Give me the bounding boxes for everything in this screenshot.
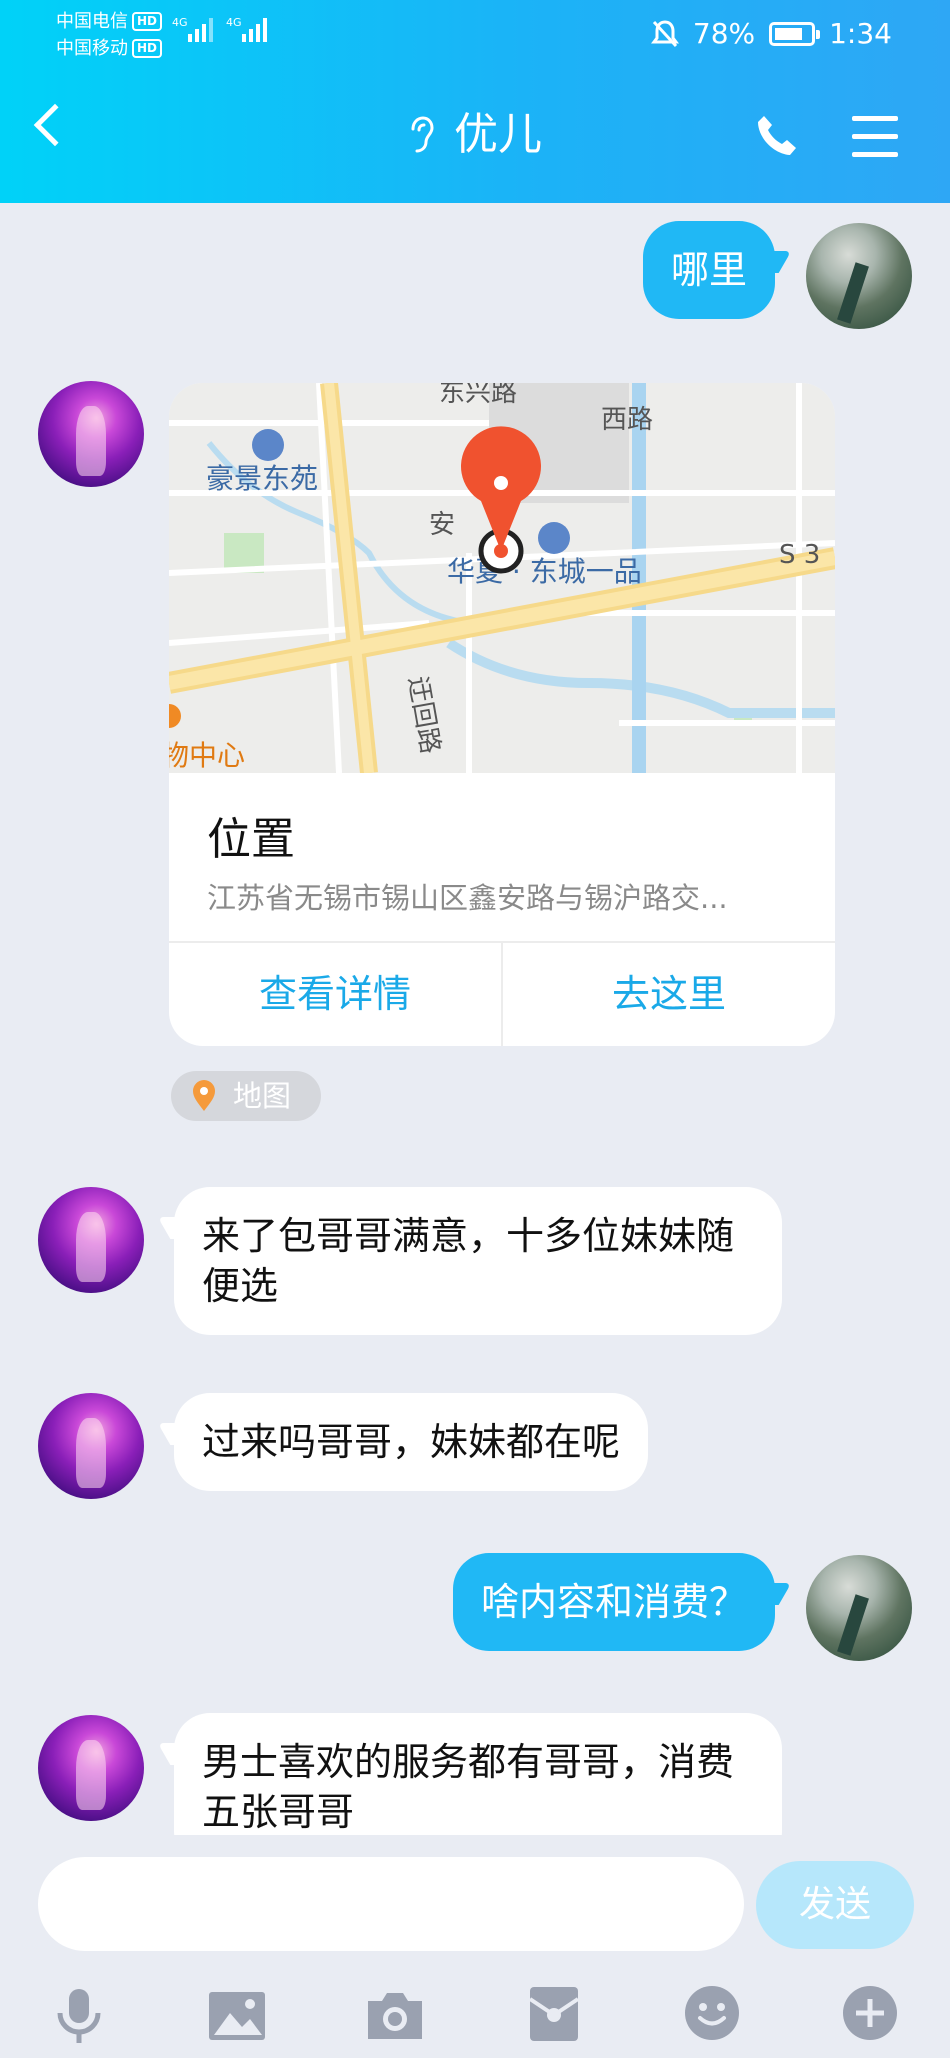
map-tag-label: 地图 — [233, 1079, 292, 1113]
map-label-road: 东兴路 — [439, 383, 517, 408]
camera-icon[interactable] — [364, 1989, 426, 2041]
carrier-1: 中国电信 — [56, 11, 128, 32]
red-packet-icon[interactable] — [528, 1985, 580, 2043]
message-bubble-contact[interactable]: 男士喜欢的服务都有哥哥，消费五张哥哥 — [157, 1713, 782, 1835]
navigate-button[interactable]: 去这里 — [501, 943, 835, 1046]
carrier-2: 中国移动 — [56, 38, 128, 59]
location-title: 位置 — [207, 814, 295, 865]
input-bar: 发送 — [0, 1835, 950, 2058]
map-label-road: 安 — [429, 510, 455, 540]
image-icon[interactable] — [208, 1991, 266, 2041]
contact-avatar[interactable] — [38, 1187, 144, 1293]
hd-badge: HD — [132, 39, 163, 58]
contact-name: 优儿 — [454, 109, 542, 160]
signal-2-icon: 4G — [226, 16, 267, 42]
signal-1-icon: 4G — [172, 16, 213, 42]
plus-icon[interactable] — [842, 1985, 898, 2041]
hd-badge: HD — [132, 12, 163, 31]
carrier-info: 中国电信 HD 中国移动 HD — [56, 8, 163, 62]
location-address: 江苏省无锡市锡山区鑫安路与锡沪路交... — [207, 881, 728, 915]
my-avatar[interactable] — [806, 1555, 912, 1661]
chat-header: 中国电信 HD 中国移动 HD 4G 4G 78% 1:34 优儿 — [0, 0, 950, 203]
clock: 1:34 — [829, 17, 892, 50]
location-card[interactable]: 东兴路 西路 豪景东苑 安 华夏 · 东城一品 S 3 迂回路 物中心 位置 江… — [169, 383, 835, 1046]
view-details-button[interactable]: 查看详情 — [169, 943, 501, 1046]
battery-icon — [769, 21, 821, 46]
mute-bell-icon — [650, 19, 679, 47]
message-list[interactable]: 哪里 东兴路 西路 豪景东苑 安 华夏 · 东城一品 S 3 迂回路 物中心 位… — [0, 203, 950, 1835]
message-text: 来了包哥哥满意，十多位妹妹随便选 — [202, 1214, 735, 1308]
message-bubble-me[interactable]: 哪里 — [642, 221, 792, 319]
emoji-icon[interactable] — [684, 1985, 740, 2041]
menu-icon[interactable] — [852, 116, 898, 170]
map-label-place: 豪景东苑 — [206, 462, 318, 495]
contact-avatar[interactable] — [38, 1393, 144, 1499]
message-text: 男士喜欢的服务都有哥哥，消费五张哥哥 — [202, 1740, 735, 1834]
location-actions: 查看详情 去这里 — [169, 941, 835, 1046]
network-type-1: 4G — [172, 16, 188, 29]
network-type-2: 4G — [226, 16, 242, 29]
message-text: 哪里 — [670, 248, 747, 292]
map-label-road: 西路 — [601, 405, 653, 435]
location-pin-icon — [193, 1080, 215, 1111]
map-label-place: 华夏 · 东城一品 — [447, 555, 642, 588]
my-avatar[interactable] — [806, 223, 912, 329]
map-source-tag[interactable]: 地图 — [171, 1071, 321, 1121]
message-bubble-contact[interactable]: 过来吗哥哥，妹妹都在呢 — [157, 1393, 649, 1491]
status-right: 78% 1:34 — [650, 17, 892, 50]
battery-percent: 78% — [692, 17, 756, 50]
map-preview[interactable]: 东兴路 西路 豪景东苑 安 华夏 · 东城一品 S 3 迂回路 物中心 — [169, 383, 835, 774]
ear-icon[interactable] — [408, 115, 436, 155]
message-input[interactable] — [38, 1857, 744, 1951]
voice-icon[interactable] — [54, 1987, 104, 2045]
send-button[interactable]: 发送 — [756, 1861, 914, 1949]
chat-title: 优儿 — [0, 105, 950, 165]
message-bubble-me[interactable]: 啥内容和消费？ — [452, 1553, 792, 1651]
status-bar: 中国电信 HD 中国移动 HD 4G 4G 78% 1:34 — [0, 0, 950, 72]
map-label-place: 物中心 — [169, 739, 245, 772]
message-bubble-contact[interactable]: 来了包哥哥满意，十多位妹妹随便选 — [157, 1187, 782, 1335]
contact-avatar[interactable] — [38, 1715, 144, 1821]
toolbar — [0, 1975, 950, 2055]
message-text: 过来吗哥哥，妹妹都在呢 — [202, 1420, 621, 1464]
phone-icon[interactable] — [754, 112, 800, 158]
message-text: 啥内容和消费？ — [480, 1580, 747, 1624]
contact-avatar[interactable] — [38, 381, 144, 487]
map-label-road: S 3 — [779, 540, 820, 570]
